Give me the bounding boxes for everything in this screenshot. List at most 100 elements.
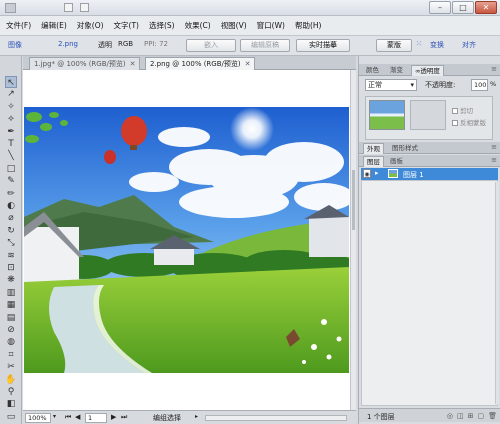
align-link[interactable]: 对齐 xyxy=(462,40,476,50)
invert-mask-checkbox[interactable]: 反相蒙版 xyxy=(452,117,486,127)
menu-help[interactable]: 帮助(H) xyxy=(295,20,322,31)
visibility-eye-icon[interactable]: ◉ xyxy=(363,169,371,178)
tab-gradient[interactable]: 渐变 xyxy=(387,65,406,76)
mesh-tool-icon[interactable]: ▦ xyxy=(5,299,17,311)
transform-link[interactable]: 变换 xyxy=(430,40,444,50)
layer-row[interactable]: ◉ ▸ 图层 1 xyxy=(361,168,498,180)
tab-appearance[interactable]: 外观 xyxy=(363,143,384,154)
layers-footer: 1 个图层 ◎ ◫ ⊞ ▢ 🗑 xyxy=(359,408,500,422)
rotate-tool-icon[interactable]: ↻ xyxy=(5,225,17,237)
close-button[interactable]: ✕ xyxy=(475,1,497,14)
blend-mode-value: 正常 xyxy=(368,81,382,89)
menu-effect[interactable]: 效果(C) xyxy=(185,20,211,31)
blend-mode-select[interactable]: 正常 ▾ xyxy=(365,79,417,91)
type-tool-icon[interactable]: T xyxy=(5,138,17,150)
menu-select[interactable]: 选择(S) xyxy=(149,20,175,31)
lasso-icon[interactable]: ⟡ xyxy=(5,113,17,125)
layer-name[interactable]: 图层 1 xyxy=(403,170,424,180)
direct-selection-tool-icon[interactable]: ↗ xyxy=(5,88,17,100)
pen-tool-icon[interactable]: ✒ xyxy=(5,126,17,138)
embed-button[interactable]: 嵌入 xyxy=(186,39,236,52)
warp-tool-icon[interactable]: ≋ xyxy=(5,250,17,262)
mask-thumbnail[interactable] xyxy=(410,100,446,130)
last-page-icon[interactable]: ⏭ xyxy=(121,413,127,422)
live-paint-icon[interactable]: ⌗ xyxy=(5,349,17,361)
tab-artboards[interactable]: 画板 xyxy=(387,156,406,167)
placed-landscape-image[interactable] xyxy=(24,107,349,373)
artwork-thumbnail[interactable] xyxy=(369,100,405,130)
panel-menu-icon[interactable]: ≡ xyxy=(491,156,497,164)
app-logo-icon xyxy=(5,3,16,13)
panel-menu-icon[interactable]: ≡ xyxy=(491,65,497,73)
mask-button[interactable]: 蒙版 xyxy=(376,39,412,52)
eraser-icon[interactable]: ⌀ xyxy=(5,212,17,224)
edit-original-button[interactable]: 编辑原稿 xyxy=(240,39,290,52)
close-tab-icon[interactable]: ✕ xyxy=(130,60,136,68)
fill-stroke-icon[interactable]: ◧ xyxy=(5,398,17,410)
opacity-input[interactable]: 100 xyxy=(471,79,488,91)
menu-view[interactable]: 视图(V) xyxy=(221,20,247,31)
maximize-button[interactable]: □ xyxy=(452,1,474,14)
pencil-icon[interactable]: ✏ xyxy=(5,188,17,200)
document-tab-label: 2.png @ 100% (RGB/预览) xyxy=(150,60,241,68)
menu-edit[interactable]: 编辑(E) xyxy=(41,20,67,31)
menu-file[interactable]: 文件(F) xyxy=(6,20,31,31)
new-sublayer-icon[interactable]: ⊞ xyxy=(468,412,474,420)
trash-icon[interactable]: 🗑 xyxy=(488,412,497,420)
arrange-documents-icon[interactable] xyxy=(80,3,89,12)
graph-tool-icon[interactable]: ▥ xyxy=(5,287,17,299)
page-field[interactable]: 1 xyxy=(85,413,107,423)
free-transform-icon[interactable]: ⊡ xyxy=(5,262,17,274)
linked-file-name[interactable]: 2.png xyxy=(58,40,78,48)
locate-object-icon[interactable]: ◎ xyxy=(447,412,453,420)
screen-mode-icon[interactable]: ▭ xyxy=(5,411,17,423)
eyedropper-icon[interactable]: ⊘ xyxy=(5,324,17,336)
minimize-button[interactable]: – xyxy=(429,1,451,14)
status-menu-icon[interactable]: ▸ xyxy=(195,413,198,420)
bridge-icon[interactable] xyxy=(64,3,73,12)
selection-tool-icon[interactable]: ↖ xyxy=(5,76,17,88)
blend-tool-icon[interactable]: ◍ xyxy=(5,336,17,348)
tools-panel: ↖ ↗ ✧ ⟡ ✒ T ╲ □ ✎ ✏ ◐ ⌀ ↻ ⤡ ≋ ⊡ ❋ ▥ ▦ ▤ ⊘ ◍ ⌗ ✂ ✋ ⚲ ◧ ▭ xyxy=(0,56,22,424)
status-bar: 100% ▾ ⏮ ◀ 1 ▶ ⏭ 编组选择 ▸ xyxy=(23,410,356,424)
reference-point-icon[interactable]: ⁙ xyxy=(416,40,422,48)
zoom-field[interactable]: 100% xyxy=(25,413,51,423)
scale-tool-icon[interactable]: ⤡ xyxy=(5,237,17,249)
hand-tool-icon[interactable]: ✋ xyxy=(5,374,17,386)
line-tool-icon[interactable]: ╲ xyxy=(5,150,17,162)
symbol-sprayer-icon[interactable]: ❋ xyxy=(5,274,17,286)
menu-type[interactable]: 文字(T) xyxy=(114,20,139,31)
next-page-icon[interactable]: ▶ xyxy=(111,413,116,421)
menu-window[interactable]: 窗口(W) xyxy=(257,20,285,31)
first-page-icon[interactable]: ⏮ xyxy=(65,413,71,422)
scrollbar-thumb[interactable] xyxy=(352,170,355,230)
tab-transparency[interactable]: ∞透明度 xyxy=(411,65,444,76)
clipping-mask-icon[interactable]: ◫ xyxy=(457,412,464,420)
gradient-tool-icon[interactable]: ▤ xyxy=(5,312,17,324)
tab-graphic-styles[interactable]: 图形样式 xyxy=(389,143,421,154)
tab-color[interactable]: 颜色 xyxy=(363,65,382,76)
vertical-scrollbar[interactable] xyxy=(350,70,356,411)
menu-object[interactable]: 对象(O) xyxy=(77,20,104,31)
expand-triangle-icon[interactable]: ▸ xyxy=(375,169,379,177)
magic-wand-icon[interactable]: ✧ xyxy=(5,101,17,113)
zoom-dropdown-icon[interactable]: ▾ xyxy=(53,413,56,420)
blob-brush-icon[interactable]: ◐ xyxy=(5,200,17,212)
close-tab-icon[interactable]: ✕ xyxy=(245,60,251,68)
rectangle-tool-icon[interactable]: □ xyxy=(5,163,17,175)
clip-checkbox[interactable]: 剪切 xyxy=(452,105,473,115)
scissors-icon[interactable]: ✂ xyxy=(5,361,17,373)
layers-scrollbar[interactable] xyxy=(495,182,499,404)
tab-layers[interactable]: 图层 xyxy=(363,156,384,167)
image-label[interactable]: 图像 xyxy=(8,40,22,50)
new-layer-icon[interactable]: ▢ xyxy=(477,412,484,420)
document-tab-2[interactable]: 2.png @ 100% (RGB/预览) ✕ xyxy=(145,57,256,70)
horizontal-scrollbar[interactable] xyxy=(205,415,347,421)
layers-list xyxy=(361,180,498,406)
zoom-tool-icon[interactable]: ⚲ xyxy=(5,386,17,398)
live-trace-button[interactable]: 实时描摹 xyxy=(296,39,350,52)
paintbrush-icon[interactable]: ✎ xyxy=(5,175,17,187)
document-tab-1[interactable]: 1.jpg* @ 100% (RGB/预览) ✕ xyxy=(29,57,141,70)
prev-page-icon[interactable]: ◀ xyxy=(75,413,80,421)
panel-menu-icon[interactable]: ≡ xyxy=(491,143,497,151)
